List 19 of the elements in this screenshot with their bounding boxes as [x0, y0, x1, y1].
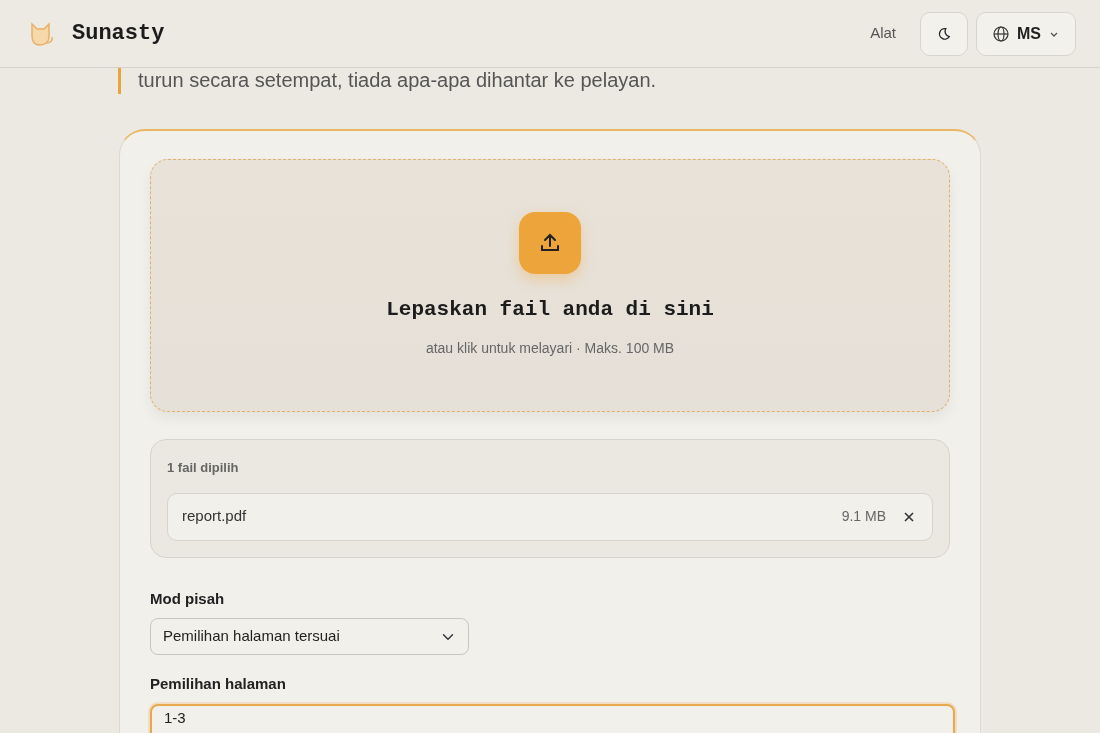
upload-icon [519, 212, 581, 274]
file-count: 1 fail dipilih [167, 459, 240, 477]
file-name: report.pdf [182, 506, 247, 527]
drop-title: Lepaskan fail anda di sini [385, 297, 715, 323]
field-label: Mod pisah [150, 588, 226, 609]
language-button[interactable]: MS [976, 11, 1076, 56]
drop-hint: atau klik untuk melayari · Maks. 100 MB [424, 338, 676, 358]
globe-icon [993, 25, 1009, 42]
drop-zone[interactable]: Lepaskan fail anda di sini atau klik untuk melayari · Maks. 100 MB [150, 159, 950, 412]
theme-toggle-button[interactable] [920, 11, 968, 56]
moon-icon [937, 27, 951, 42]
field-label: Pemilihan halaman [150, 674, 287, 694]
file-size: 9.1 MB [841, 507, 886, 526]
tools-link[interactable]: Alat [870, 22, 896, 45]
split-mode-select[interactable]: Pemilihan halaman tersuai [150, 618, 469, 655]
intro-text: turun secara setempat, tiada apa-apa dihantar ke pelayan. [118, 66, 1100, 94]
page-range-field[interactable]: 1-3 [150, 703, 955, 733]
close-icon [904, 512, 914, 523]
brand-name[interactable]: Sunasty [72, 17, 165, 50]
